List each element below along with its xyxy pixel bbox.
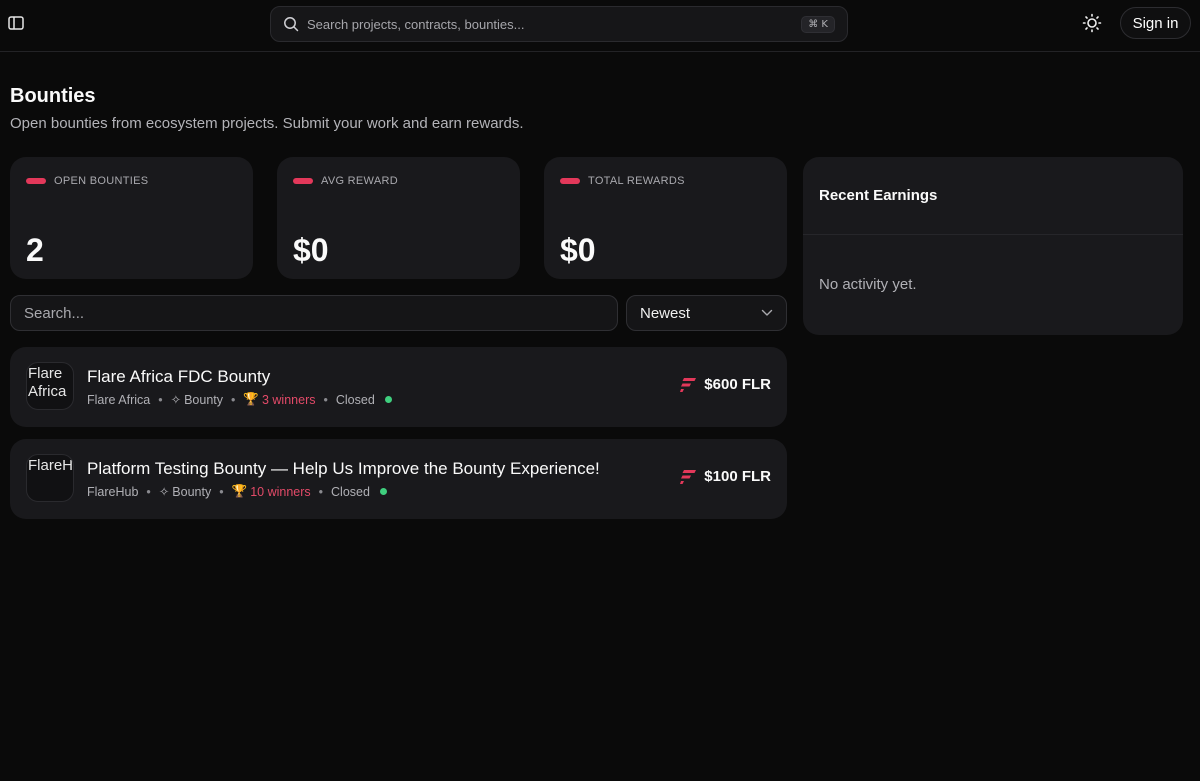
avatar-alt-text: Flare Africa [28,365,67,400]
sidebar-toggle-button[interactable] [6,12,26,34]
bounty-status: Closed [335,392,375,407]
sidebar-toggle-icon [8,16,24,30]
trophy-icon: 🏆 [243,392,259,406]
theme-toggle-button[interactable] [1080,11,1104,35]
bounty-title: Flare Africa FDC Bounty [87,367,271,386]
bounty-reward: $600 FLR [680,376,771,393]
stat-value: $0 [293,232,329,268]
stat-value: $0 [560,232,596,268]
chevron-down-icon [761,309,773,316]
meta-separator: • [323,392,328,407]
page-title: Bounties [10,85,96,107]
flare-logo-icon [680,377,697,392]
recent-earnings-title: Recent Earnings [803,157,1183,235]
page-subtitle: Open bounties from ecosystem projects. S… [10,115,524,132]
stat-accent-pill [26,178,46,184]
stat-label: AVG REWARD [321,175,398,187]
bounty-org: FlareHub [87,484,139,499]
meta-separator: • [318,484,324,499]
status-indicator-dot [379,488,387,495]
bounty-search-input[interactable]: Search... [10,295,618,331]
bounty-avatar: Flare Africa [26,362,74,410]
search-shortcut-badge: ⌘ K [801,15,835,33]
bounty-search-placeholder: Search... [24,304,85,322]
meta-separator: • [219,484,224,499]
stat-card-open-bounties: OPEN BOUNTIES 2 [10,157,253,279]
recent-earnings-panel: Recent Earnings No activity yet. [803,157,1183,335]
stat-accent-pill [293,178,313,184]
status-indicator-dot [384,396,392,403]
bounty-title: Platform Testing Bounty — Help Us Improv… [87,459,600,478]
sign-in-button[interactable]: Sign in [1120,7,1191,39]
sparkle-icon: ✧ [170,393,182,407]
bounty-reward: $100 FLR [680,468,771,485]
avatar-alt-text: FlareHub [28,457,74,474]
search-icon [284,17,299,32]
bounty-meta: FlareHub • ✧ Bounty • 🏆 10 winners • Clo… [87,484,387,499]
bounty-card[interactable]: Flare Africa Flare Africa FDC Bounty Fla… [10,347,787,427]
recent-earnings-empty-text: No activity yet. [819,276,917,293]
bounty-winners: 3 winners [261,392,316,407]
meta-separator: • [158,392,163,407]
bounty-winners: 10 winners [250,484,311,499]
bounty-reward-amount: $600 FLR [704,376,771,393]
trophy-icon: 🏆 [231,484,248,498]
stat-card-avg-reward: AVG REWARD $0 [277,157,520,279]
sparkle-icon: ✧ [158,485,170,499]
bounty-status: Closed [331,484,370,499]
bounty-meta: Flare Africa • ✧ Bounty • 🏆 3 winners • … [87,392,392,407]
bounty-org: Flare Africa [87,392,151,407]
bounty-reward-amount: $100 FLR [704,468,771,485]
stat-value: 2 [26,232,44,268]
sort-select-value: Newest [640,304,691,322]
global-search-placeholder: Search projects, contracts, bounties... [307,16,525,32]
stat-label: TOTAL REWARDS [588,175,685,187]
bounty-card[interactable]: FlareHub Platform Testing Bounty — Help … [10,439,787,519]
bounty-type: Bounty [184,392,224,407]
meta-separator: • [231,392,236,407]
bounty-avatar: FlareHub [26,454,74,502]
stat-label: OPEN BOUNTIES [54,175,149,187]
meta-separator: • [146,484,151,499]
sort-select[interactable]: Newest [626,295,787,331]
top-bar: Search projects, contracts, bounties... … [0,0,1200,52]
bounty-type: Bounty [172,484,212,499]
flare-logo-icon [680,469,697,484]
stat-accent-pill [560,178,580,184]
global-search-input[interactable]: Search projects, contracts, bounties... … [270,6,848,42]
stat-card-total-rewards: TOTAL REWARDS $0 [544,157,787,279]
sun-icon [1082,13,1102,33]
